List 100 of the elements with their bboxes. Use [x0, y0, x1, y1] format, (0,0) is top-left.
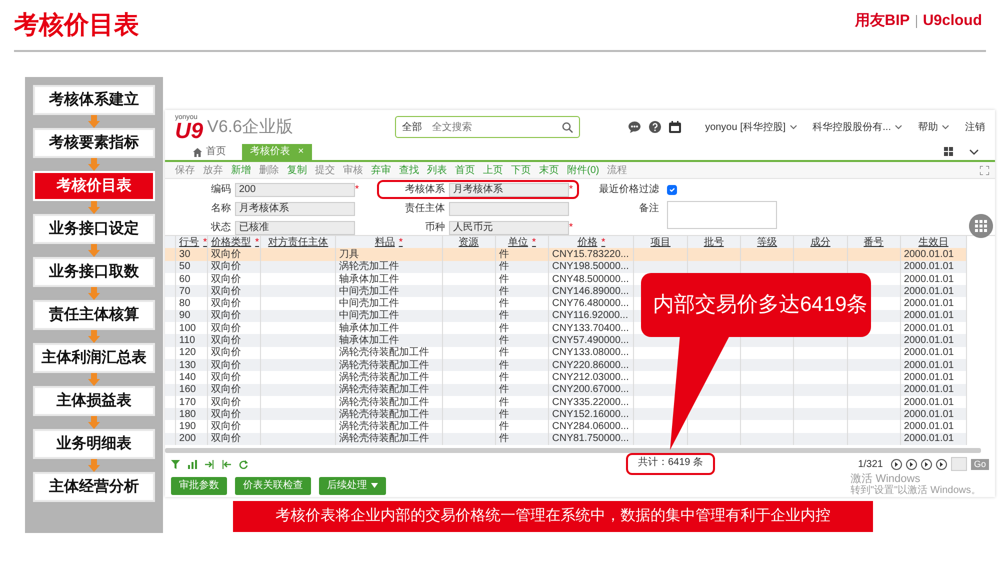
search-field[interactable]: 全部 全文搜索	[395, 116, 580, 138]
down-arrow-icon	[88, 158, 100, 171]
horizontal-scrollbar[interactable]	[165, 448, 981, 453]
field-label: 考核体系	[404, 182, 446, 197]
export-icon[interactable]	[205, 460, 214, 468]
column-header[interactable]: 批号	[687, 236, 740, 248]
note-field[interactable]	[667, 201, 777, 229]
chevron-down-icon[interactable]	[969, 148, 979, 154]
required-mark: *	[569, 183, 574, 197]
down-arrow-icon	[88, 115, 100, 128]
page-input[interactable]	[950, 457, 967, 471]
input-field[interactable]	[449, 202, 569, 216]
required-mark: *	[569, 221, 574, 235]
column-header[interactable]: 等级	[740, 236, 794, 248]
sidebar-item[interactable]: 考核要素指标	[33, 128, 155, 158]
table-cell: 90	[176, 310, 208, 322]
tab[interactable]: 首页	[185, 144, 234, 160]
table-cell: CNY220.86000...	[548, 358, 634, 372]
bar-chart-icon[interactable]	[188, 460, 197, 468]
sidebar-item[interactable]: 责任主体核算	[33, 300, 155, 330]
column-header[interactable]: 价格类型 *	[208, 236, 261, 248]
action-button[interactable]: 价表关联检查	[235, 477, 311, 495]
chat-icon[interactable]	[628, 121, 642, 133]
sidebar-item[interactable]: 业务接口取数	[33, 257, 155, 287]
down-arrow-icon	[88, 201, 100, 214]
column-header[interactable]: 番号	[847, 236, 900, 248]
table-cell: 涡轮壳待装配加工件	[336, 432, 442, 446]
table-cell: 2000.01.01	[900, 432, 966, 446]
grid-menu-icon[interactable]	[969, 214, 993, 238]
table-cell: 件	[495, 432, 549, 446]
checkbox[interactable]	[667, 184, 677, 194]
toolbar-button[interactable]: 查找	[395, 162, 423, 178]
table-cell: 130	[176, 358, 208, 372]
user-menu-item[interactable]: 科华控股股份有...	[812, 120, 891, 134]
column-header[interactable]: 料品 *	[336, 236, 442, 248]
field-label: 名称	[210, 202, 232, 216]
caret-icon[interactable]	[942, 124, 949, 130]
down-arrow-icon	[88, 373, 100, 386]
slide-title: 考核价目表	[14, 10, 139, 40]
input-field[interactable]: 已核准	[235, 220, 355, 234]
sidebar-item[interactable]: 业务明细表	[33, 429, 155, 459]
import-icon[interactable]	[222, 460, 231, 468]
column-header[interactable]: 对方责任主体	[260, 236, 336, 248]
table-cell: 2000.01.01	[900, 384, 966, 396]
down-arrow-icon	[88, 244, 100, 257]
table-cell: CNY116.92000...	[548, 310, 634, 322]
input-field[interactable]: 月考核体系	[235, 202, 355, 216]
table-cell: 110	[176, 334, 208, 347]
help-icon[interactable]	[649, 121, 662, 133]
expand-icon[interactable]	[980, 166, 989, 174]
table-cell: CNY57.490000...	[548, 334, 634, 347]
table-cell: 30	[176, 248, 208, 261]
input-field[interactable]: 人民币元	[449, 220, 569, 234]
sidebar-item[interactable]: 考核价目表	[33, 171, 155, 201]
refresh-icon[interactable]	[239, 460, 248, 468]
action-button[interactable]: 后续处理	[319, 477, 386, 495]
toolbar-button[interactable]: 新增	[227, 162, 255, 178]
table-cell: 刀具	[336, 248, 442, 261]
column-header[interactable]: 价格 *	[548, 236, 634, 248]
caret-icon[interactable]	[790, 124, 797, 130]
table-cell: 双向价	[208, 384, 261, 396]
user-menu-item[interactable]: 注销	[965, 120, 985, 134]
table-cell: 2000.01.01	[900, 285, 966, 298]
down-arrow-icon	[88, 330, 100, 343]
field-label: 状态	[210, 220, 232, 235]
down-arrow-icon	[88, 287, 100, 300]
input-field[interactable]: 月考核体系	[449, 182, 569, 196]
sidebar-item[interactable]: 主体利润汇总表	[33, 343, 155, 373]
column-header[interactable]: 行号 *	[176, 236, 208, 248]
sidebar-item[interactable]: 考核体系建立	[33, 85, 155, 115]
column-header[interactable]: 资源	[442, 236, 496, 248]
table-cell: CNY81.750000...	[548, 432, 634, 446]
table-cell: 件	[495, 358, 549, 372]
column-header[interactable]: 单位 *	[495, 236, 549, 248]
activation-notice-title: 激活 Windows	[850, 474, 922, 485]
caret-icon[interactable]	[895, 124, 902, 130]
toolbar-button[interactable]: 列表	[423, 162, 451, 178]
grid-icon[interactable]	[944, 147, 953, 156]
user-menu-item[interactable]: 帮助	[918, 120, 938, 134]
input-field[interactable]: 200	[235, 182, 355, 196]
table-cell: 180	[176, 408, 208, 420]
table-cell: 件	[495, 285, 549, 298]
calendar-icon[interactable]	[669, 121, 682, 133]
filter-icon[interactable]	[171, 460, 180, 468]
user-menu-item[interactable]: yonyou [科华控股]	[705, 120, 786, 134]
field-label: 备注	[638, 202, 660, 216]
search-icon[interactable]	[562, 122, 574, 132]
search-scope[interactable]: 全部	[402, 120, 422, 134]
column-header[interactable]: 生效日	[900, 236, 966, 248]
table-cell: 2000.01.01	[900, 408, 966, 420]
action-button[interactable]: 审批参数	[171, 477, 227, 495]
table-cell: 涡轮壳待装配加工件	[336, 384, 442, 396]
table-cell: 双向价	[208, 432, 261, 446]
column-header[interactable]: 项目	[634, 236, 688, 248]
sidebar-item[interactable]: 业务接口设定	[33, 214, 155, 244]
version-label: V6.6企业版	[207, 116, 294, 138]
table-cell: 涡轮壳待装配加工件	[336, 408, 442, 420]
sidebar-item[interactable]: 主体损益表	[33, 386, 155, 416]
column-header[interactable]: 成分	[794, 236, 848, 248]
sidebar-item[interactable]: 主体经营分析	[33, 472, 155, 502]
